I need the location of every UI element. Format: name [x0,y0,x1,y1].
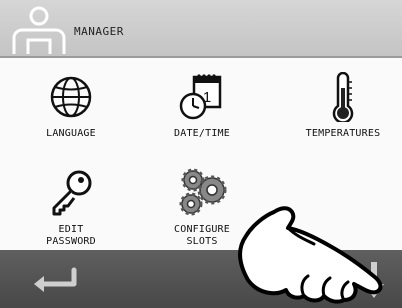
down-arrow-icon[interactable] [360,260,388,300]
date-time-button[interactable]: 1 DATE/TIME [143,58,261,152]
header-bar: MANAGER [0,0,402,58]
globe-icon [50,76,92,118]
edit-password-label: EDIT PASSWORD [46,224,96,247]
thermometer-icon [332,72,354,122]
temperatures-button[interactable]: TEMPERATURES [284,58,402,152]
edit-password-button[interactable]: EDIT PASSWORD [12,154,130,248]
date-time-label: DATE/TIME [174,128,230,139]
page-title: MANAGER [74,25,124,38]
gears-icon [179,168,227,216]
calendar-clock-icon: 1 [179,74,222,120]
menu-grid: LANGUAGE 1 DATE/TIME TEMPERATURES EDIT P [0,58,402,250]
user-icon [12,6,66,54]
key-icon [52,170,92,216]
back-arrow-icon[interactable] [28,264,80,298]
footer-bar [0,250,402,308]
configure-slots-button[interactable]: CONFIGURE SLOTS [143,154,261,248]
temperatures-label: TEMPERATURES [305,128,381,139]
configure-slots-label: CONFIGURE SLOTS [174,224,230,247]
language-button[interactable]: LANGUAGE [12,58,130,152]
language-label: LANGUAGE [46,128,96,139]
